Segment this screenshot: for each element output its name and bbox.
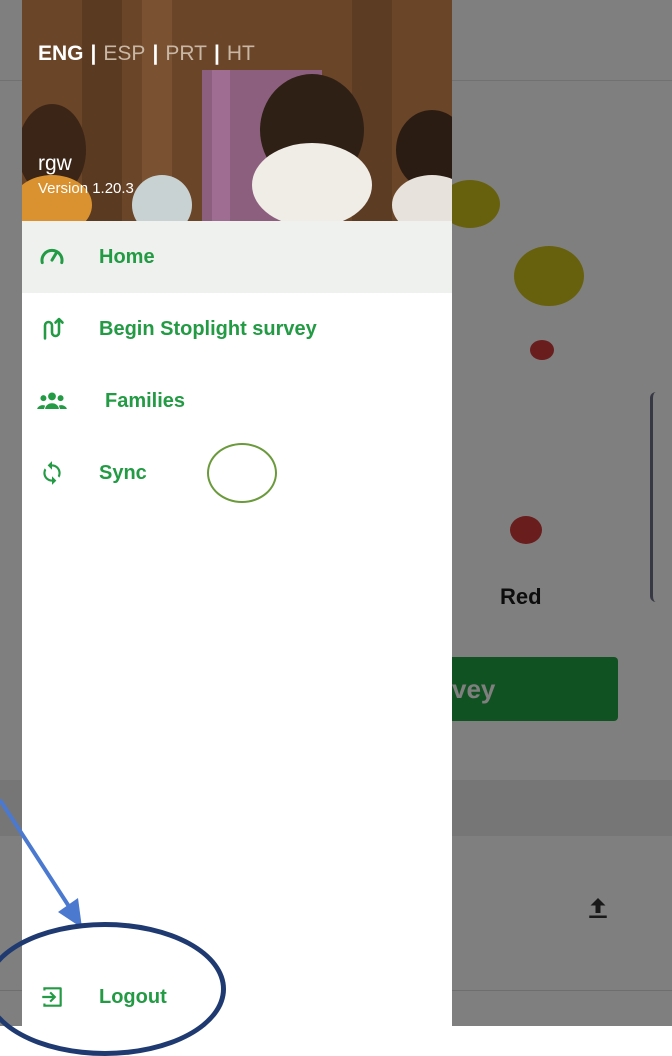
language-separator: | — [213, 42, 220, 65]
language-eng[interactable]: ENG — [38, 42, 84, 65]
navigation-drawer: ENG | ESP | PRT | HT rgw Version 1.20.3 Home B… — [22, 0, 452, 1026]
language-switcher: ENG | ESP | PRT | HT — [38, 42, 255, 66]
drawer-item-families[interactable]: Families — [22, 365, 452, 437]
language-prt[interactable]: PRT — [165, 42, 207, 65]
drawer-item-begin-survey[interactable]: Begin Stoplight survey — [22, 293, 452, 365]
user-name: rgw — [38, 152, 72, 175]
dashboard-gauge-icon — [36, 241, 68, 273]
drawer-item-label: Home — [99, 245, 155, 268]
sync-icon — [36, 457, 68, 489]
app-version: Version 1.20.3 — [38, 180, 134, 197]
language-separator: | — [90, 42, 97, 65]
annotation-circle — [207, 443, 277, 503]
drawer-item-label: Families — [105, 389, 186, 412]
drawer-item-label: Begin Stoplight survey — [99, 317, 317, 340]
group-icon — [36, 385, 68, 417]
drawer-item-home[interactable]: Home — [22, 221, 452, 293]
drawer-header: ENG | ESP | PRT | HT rgw Version 1.20.3 — [22, 0, 452, 221]
language-ht[interactable]: HT — [227, 42, 255, 65]
annotation-ellipse — [0, 922, 226, 1056]
language-separator: | — [152, 42, 159, 65]
route-icon — [36, 313, 68, 345]
drawer-item-label: Sync — [99, 461, 147, 484]
language-esp[interactable]: ESP — [103, 42, 145, 65]
